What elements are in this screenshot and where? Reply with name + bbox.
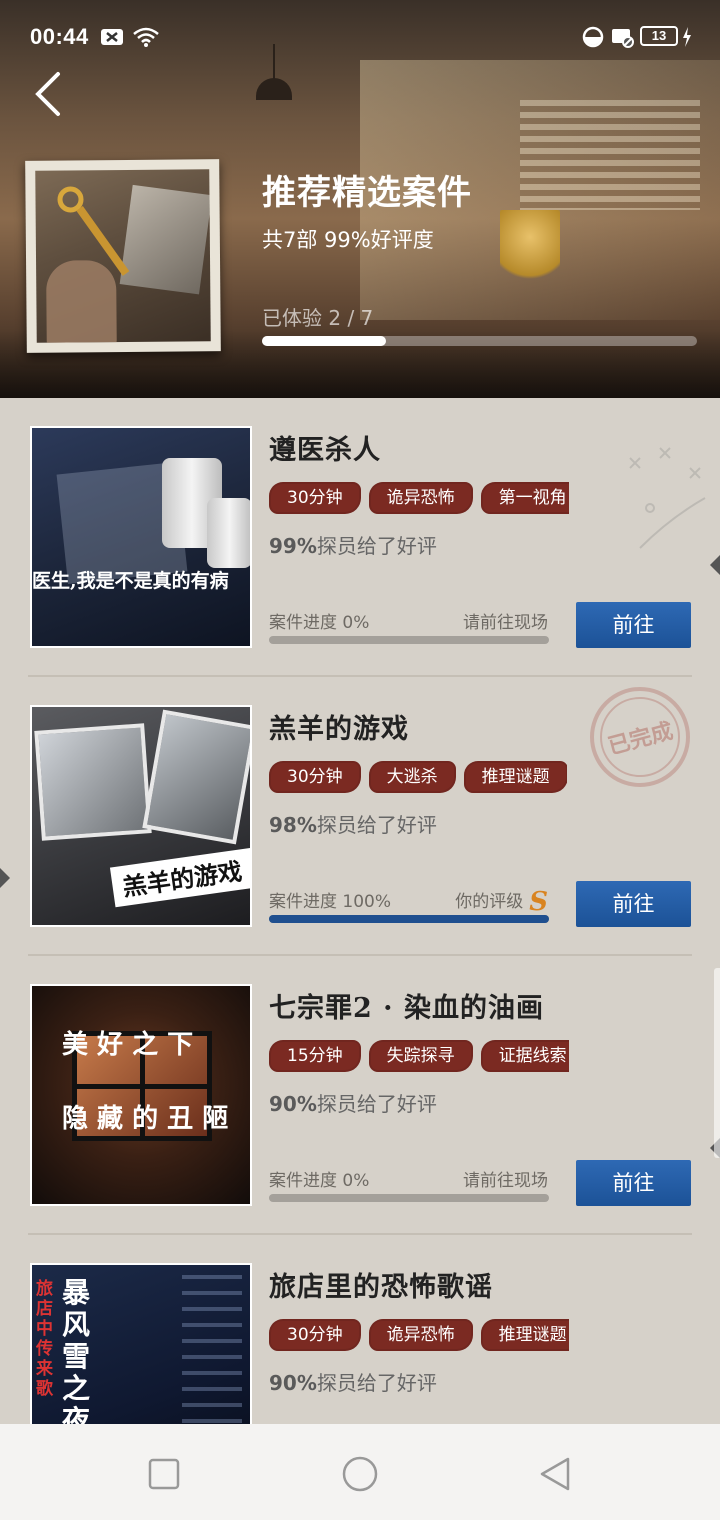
thumbnail-caption: 暴风雪之夜 (62, 1276, 91, 1425)
progress-label: 案件进度 0% (269, 1171, 370, 1191)
case-tag: 证据线索 (480, 1040, 569, 1072)
go-button[interactable]: 前往 (576, 1160, 691, 1206)
thumbnail-caption-bottom: 隐 藏 的 丑 陋 (62, 1104, 229, 1134)
status-bar: 00:44 13 (0, 0, 720, 76)
case-thumbnail[interactable]: 羔羊的游戏 (30, 705, 252, 927)
completed-stamp: 已完成 (590, 687, 690, 787)
system-nav-bar (0, 1424, 720, 1520)
case-tag: 第一视角 (480, 482, 569, 514)
collection-progress-fill (262, 336, 387, 346)
case-rating: 98%探员给了好评 (269, 809, 437, 838)
case-tags: 30分钟 诡异恐怖 推理谜题 (269, 1319, 569, 1353)
collection-cover (25, 159, 221, 353)
thumbnail-caption-top: 美 好 之 下 (62, 1030, 194, 1060)
case-tag: 30分钟 (269, 1319, 361, 1351)
case-tag: 30分钟 (269, 482, 361, 514)
progress-hint: 请前往现场 (463, 1171, 548, 1191)
case-title: 七宗罪2 · 染血的油画 (269, 993, 544, 1024)
case-card[interactable]: 美 好 之 下 隐 藏 的 丑 陋 七宗罪2 · 染血的油画 15分钟 失踪探寻证… (0, 956, 720, 1235)
collection-progress-bar (262, 336, 697, 346)
case-tag: 诡异恐怖 (368, 1319, 473, 1351)
collection-progress-text: 已体验 2 / 7 (262, 306, 374, 330)
case-progress-bar (269, 915, 549, 923)
rating-percent: 90% (269, 1092, 317, 1116)
case-thumbnail[interactable]: 医生,我是不是真的有病 (30, 426, 252, 648)
case-title: 羔羊的游戏 (269, 714, 409, 745)
rating-text: 探员给了好评 (316, 1371, 437, 1395)
case-tag: 推理谜题 (480, 1319, 569, 1351)
trophy-decoration (500, 210, 560, 300)
case-thumbnail[interactable]: 暴风雪之夜 旅店中传来歌 (30, 1263, 252, 1424)
thumbnail-side-caption: 旅店中传来歌 (36, 1279, 53, 1399)
progress-label: 案件进度 100% (269, 892, 392, 912)
go-button[interactable]: 前往 (576, 881, 691, 927)
progress-label: 案件进度 0% (269, 613, 370, 633)
recents-icon[interactable] (144, 1454, 184, 1494)
rating-text: 探员给了好评 (316, 1092, 437, 1116)
rating-percent: 99% (269, 534, 317, 558)
case-rating: 99%探员给了好评 (269, 530, 437, 559)
go-button[interactable]: 前往 (576, 602, 691, 648)
rating-text: 探员给了好评 (316, 813, 437, 837)
sim-card-icon (101, 29, 123, 45)
case-tags: 30分钟 诡异恐怖 第一视角 (269, 482, 569, 516)
grade-value: S (529, 887, 548, 917)
collection-title: 推荐精选案件 (262, 173, 472, 213)
battery-icon: 13 (640, 26, 678, 46)
case-title: 旅店里的恐怖歌谣 (269, 1272, 493, 1303)
case-progress-bar (269, 1194, 549, 1202)
case-progress-bar (269, 636, 549, 644)
case-card[interactable]: 已完成 羔羊的游戏 羔羊的游戏 30分钟 大逃杀 推理谜题 98%探员给了好评 案件… (0, 677, 720, 956)
case-tag: 15分钟 (269, 1040, 361, 1072)
case-tags: 15分钟 失踪探寻 证据线索 (269, 1040, 569, 1074)
case-tag: 失踪探寻 (368, 1040, 473, 1072)
case-tag: 诡异恐怖 (368, 482, 473, 514)
case-tag: 推理谜题 (463, 761, 567, 793)
progress-hint: 你的评级 S (455, 887, 548, 917)
hand-image (46, 260, 117, 343)
data-saver-icon (582, 26, 604, 48)
case-tag: 30分钟 (269, 761, 361, 793)
notification-off-icon (612, 29, 634, 48)
case-rating: 90%探员给了好评 (269, 1367, 437, 1396)
progress-hint: 请前往现场 (463, 613, 548, 633)
case-thumbnail[interactable]: 美 好 之 下 隐 藏 的 丑 陋 (30, 984, 252, 1206)
case-tag: 大逃杀 (368, 761, 456, 793)
side-marker-left (0, 868, 10, 888)
grade-label: 你的评级 (455, 892, 524, 912)
case-progress-fill (269, 915, 549, 923)
window-blinds (520, 100, 700, 210)
status-time: 00:44 (30, 24, 89, 49)
charging-icon (683, 27, 691, 47)
home-icon[interactable] (340, 1454, 380, 1494)
side-marker-right (710, 555, 720, 575)
wifi-icon (133, 27, 159, 47)
case-card[interactable]: 暴风雪之夜 旅店中传来歌 旅店里的恐怖歌谣 30分钟 诡异恐怖 推理谜题 90%探员… (0, 1235, 720, 1424)
cover-photo (119, 184, 211, 295)
case-tags: 30分钟 大逃杀 推理谜题 (269, 761, 567, 795)
thumbnail-caption: 医生,我是不是真的有病 (32, 570, 229, 592)
case-title: 遵医杀人 (269, 435, 381, 466)
case-rating: 90%探员给了好评 (269, 1088, 437, 1117)
rating-percent: 98% (269, 813, 317, 837)
case-list[interactable]: 医生,我是不是真的有病 遵医杀人 30分钟 诡异恐怖 第一视角 99%探员给了好评 … (0, 398, 720, 1424)
rating-text: 探员给了好评 (316, 534, 437, 558)
scrollbar[interactable] (714, 968, 720, 1158)
ceiling-lamp (256, 78, 292, 100)
back-arrow-icon[interactable] (30, 70, 70, 118)
collection-subtitle: 共7部 99%好评度 (262, 228, 434, 252)
case-card[interactable]: 医生,我是不是真的有病 遵医杀人 30分钟 诡异恐怖 第一视角 99%探员给了好评 … (0, 398, 720, 677)
rating-percent: 90% (269, 1371, 317, 1395)
back-icon[interactable] (536, 1454, 576, 1494)
